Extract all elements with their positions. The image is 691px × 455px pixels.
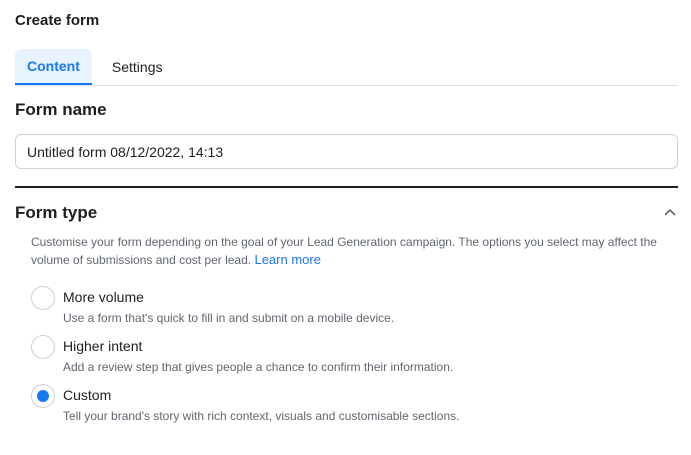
section-divider [15,186,678,188]
tab-bar: Content Settings [15,49,174,85]
form-type-description: Customise your form depending on the goa… [31,234,671,269]
option-more-volume[interactable]: More volume Use a form that's quick to f… [31,286,671,328]
option-label: Custom [63,387,112,403]
option-label: Higher intent [63,338,143,354]
radio-higher-intent[interactable] [31,335,55,359]
learn-more-link[interactable]: Learn more [254,252,320,267]
form-name-input[interactable] [15,134,678,169]
option-description: Add a review step that gives people a ch… [63,360,454,374]
chevron-up-icon[interactable] [662,204,678,220]
form-name-heading: Form name [15,100,107,119]
tabs-divider [15,85,678,86]
option-custom[interactable]: Custom Tell your brand's story with rich… [31,384,671,426]
form-type-heading: Form type [15,203,98,222]
tab-settings[interactable]: Settings [100,49,175,85]
option-label: More volume [63,289,144,305]
page-title: Create form [15,12,100,29]
form-type-description-text: Customise your form depending on the goa… [31,235,657,267]
tab-content[interactable]: Content [15,49,92,85]
option-higher-intent[interactable]: Higher intent Add a review step that giv… [31,335,671,377]
radio-more-volume[interactable] [31,286,55,310]
option-description: Tell your brand's story with rich contex… [63,409,460,423]
radio-custom[interactable] [31,384,55,408]
option-description: Use a form that's quick to fill in and s… [63,311,395,325]
create-form-panel: Create form Content Settings Form name F… [0,0,691,455]
